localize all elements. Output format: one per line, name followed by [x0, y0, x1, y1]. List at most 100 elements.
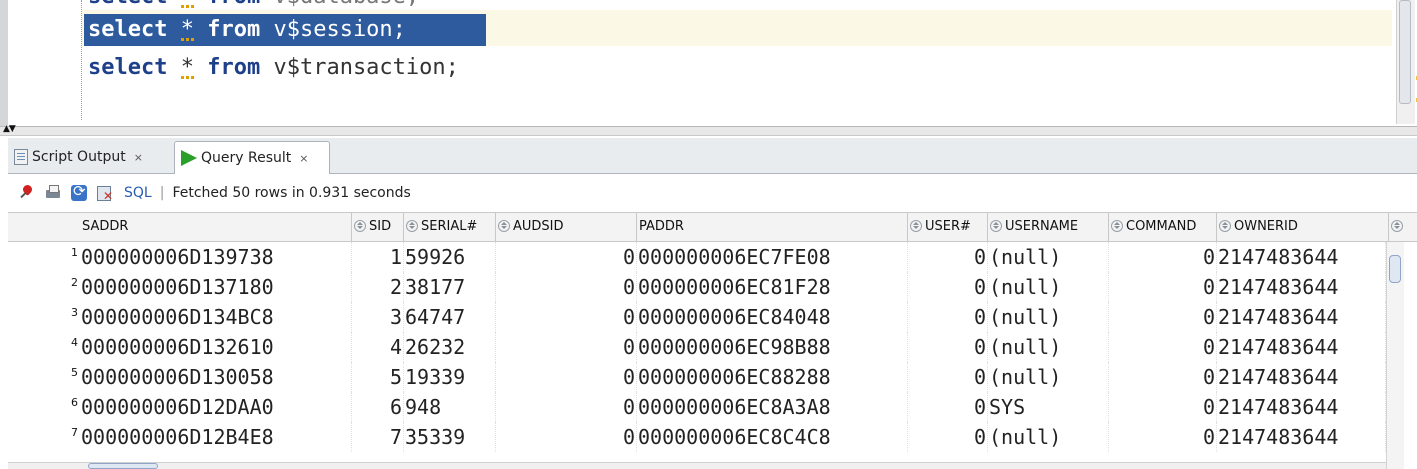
delete-export-icon[interactable] — [96, 184, 114, 203]
cell-paddr[interactable]: 000000006EC98B88 — [637, 332, 908, 362]
close-icon[interactable]: × — [299, 152, 308, 165]
cell-user[interactable]: 0 — [908, 302, 988, 332]
cell-serial[interactable]: 38177 — [404, 272, 496, 302]
cell-audsid[interactable]: 0 — [496, 332, 637, 362]
cell-paddr[interactable]: 000000006EC8A3A8 — [637, 392, 908, 422]
table-row[interactable]: 7 000000006D12B4E8 7 35339 0 000000006EC… — [8, 422, 1417, 452]
cell-user[interactable]: 0 — [908, 242, 988, 272]
cell-username[interactable]: SYS — [988, 392, 1109, 422]
column-header-saddr[interactable]: SADDR — [80, 213, 352, 241]
grid-horizontal-thumb[interactable] — [88, 463, 158, 469]
pane-splitter[interactable] — [0, 126, 1417, 136]
code-line[interactable]: select * from v$transaction; — [88, 53, 459, 83]
cell-sid[interactable]: 1 — [352, 242, 404, 272]
sort-icon[interactable] — [354, 220, 366, 232]
cell-audsid[interactable]: 0 — [496, 362, 637, 392]
refresh-icon[interactable] — [70, 182, 88, 202]
cell-saddr[interactable]: 000000006D137180 — [80, 272, 352, 302]
cell-ownerid[interactable]: 2147483644 — [1217, 272, 1386, 302]
code-line[interactable]: select * from v$database; — [88, 0, 419, 12]
cell-ownerid[interactable]: 2147483644 — [1217, 302, 1386, 332]
tab-query-result[interactable]: Query Result × — [174, 141, 330, 174]
cell-paddr[interactable]: 000000006EC7FE08 — [637, 242, 908, 272]
cell-paddr[interactable]: 000000006EC8C4C8 — [637, 422, 908, 452]
cell-command[interactable]: 0 — [1109, 392, 1217, 422]
cell-sid[interactable]: 5 — [352, 362, 404, 392]
column-header-command[interactable]: COMMAND — [1109, 213, 1217, 241]
cell-command[interactable]: 0 — [1109, 302, 1217, 332]
cell-command[interactable]: 0 — [1109, 362, 1217, 392]
cell-serial[interactable]: 26232 — [404, 332, 496, 362]
tab-script-output[interactable]: Script Output × — [8, 141, 171, 173]
sort-icon[interactable] — [498, 220, 510, 232]
cell-username[interactable]: (null) — [988, 422, 1109, 452]
table-row[interactable]: 4 000000006D132610 4 26232 0 000000006EC… — [8, 332, 1417, 362]
cell-user[interactable]: 0 — [908, 392, 988, 422]
table-row[interactable]: 3 000000006D134BC8 3 64747 0 000000006EC… — [8, 302, 1417, 332]
column-header-serial[interactable]: SERIAL# — [404, 213, 496, 241]
column-header-paddr[interactable]: PADDR — [637, 213, 908, 241]
table-row[interactable]: 5 000000006D130058 5 19339 0 000000006EC… — [8, 362, 1417, 392]
cell-saddr[interactable]: 000000006D12DAA0 — [80, 392, 352, 422]
cell-audsid[interactable]: 0 — [496, 242, 637, 272]
cell-audsid[interactable]: 0 — [496, 272, 637, 302]
cell-command[interactable]: 0 — [1109, 422, 1217, 452]
cell-saddr[interactable]: 000000006D12B4E8 — [80, 422, 352, 452]
cell-sid[interactable]: 6 — [352, 392, 404, 422]
cell-command[interactable]: 0 — [1109, 272, 1217, 302]
sort-icon[interactable] — [990, 220, 1002, 232]
table-row[interactable]: 6 000000006D12DAA0 6 948 0 000000006EC8A… — [8, 392, 1417, 422]
cell-sid[interactable]: 4 — [352, 332, 404, 362]
close-icon[interactable]: × — [134, 151, 143, 164]
cell-saddr[interactable]: 000000006D139738 — [80, 242, 352, 272]
grid-horizontal-scrollbar[interactable] — [8, 462, 1386, 469]
cell-paddr[interactable]: 000000006EC88288 — [637, 362, 908, 392]
cell-serial[interactable]: 19339 — [404, 362, 496, 392]
column-header-sid[interactable]: SID — [352, 213, 404, 241]
cell-username[interactable]: (null) — [988, 302, 1109, 332]
column-header-username[interactable]: USERNAME — [988, 213, 1109, 241]
cell-command[interactable]: 0 — [1109, 242, 1217, 272]
cell-saddr[interactable]: 000000006D130058 — [80, 362, 352, 392]
cell-command[interactable]: 0 — [1109, 332, 1217, 362]
column-header-next[interactable] — [1389, 213, 1417, 241]
splitter-arrows-icon[interactable]: ▲▼ — [3, 124, 16, 134]
cell-audsid[interactable]: 0 — [496, 422, 637, 452]
cell-ownerid[interactable]: 2147483644 — [1217, 422, 1386, 452]
cell-ownerid[interactable]: 2147483644 — [1217, 332, 1386, 362]
cell-paddr[interactable]: 000000006EC84048 — [637, 302, 908, 332]
cell-ownerid[interactable]: 2147483644 — [1217, 362, 1386, 392]
result-grid[interactable]: SADDR SID SERIAL# AUDSID PADDR USER# USE… — [8, 212, 1417, 469]
cell-ownerid[interactable]: 2147483644 — [1217, 242, 1386, 272]
cell-serial[interactable]: 59926 — [404, 242, 496, 272]
column-header-user[interactable]: USER# — [908, 213, 988, 241]
cell-saddr[interactable]: 000000006D134BC8 — [80, 302, 352, 332]
cell-user[interactable]: 0 — [908, 362, 988, 392]
cell-sid[interactable]: 2 — [352, 272, 404, 302]
sort-icon[interactable] — [910, 220, 922, 232]
cell-audsid[interactable]: 0 — [496, 392, 637, 422]
cell-saddr[interactable]: 000000006D132610 — [80, 332, 352, 362]
sort-icon[interactable] — [1111, 220, 1123, 232]
cell-user[interactable]: 0 — [908, 272, 988, 302]
cell-user[interactable]: 0 — [908, 332, 988, 362]
cell-serial[interactable]: 64747 — [404, 302, 496, 332]
cell-audsid[interactable]: 0 — [496, 302, 637, 332]
grid-scroll-thumb[interactable] — [1389, 255, 1401, 283]
code-line-selected[interactable]: select * from v$session; — [88, 15, 406, 45]
cell-user[interactable]: 0 — [908, 422, 988, 452]
table-row[interactable]: 2 000000006D137180 2 38177 0 000000006EC… — [8, 272, 1417, 302]
pin-icon[interactable] — [18, 184, 36, 202]
cell-ownerid[interactable]: 2147483644 — [1217, 392, 1386, 422]
sql-link[interactable]: SQL — [124, 185, 152, 201]
column-header-ownerid[interactable]: OWNERID — [1217, 213, 1389, 241]
cell-username[interactable]: (null) — [988, 242, 1109, 272]
sort-icon[interactable] — [406, 220, 418, 232]
print-icon[interactable] — [44, 184, 62, 202]
column-header-audsid[interactable]: AUDSID — [496, 213, 637, 241]
cell-sid[interactable]: 7 — [352, 422, 404, 452]
sort-icon[interactable] — [1219, 220, 1231, 232]
editor-scroll-thumb[interactable] — [1399, 0, 1411, 104]
cell-serial[interactable]: 35339 — [404, 422, 496, 452]
sort-icon[interactable] — [1391, 220, 1403, 232]
